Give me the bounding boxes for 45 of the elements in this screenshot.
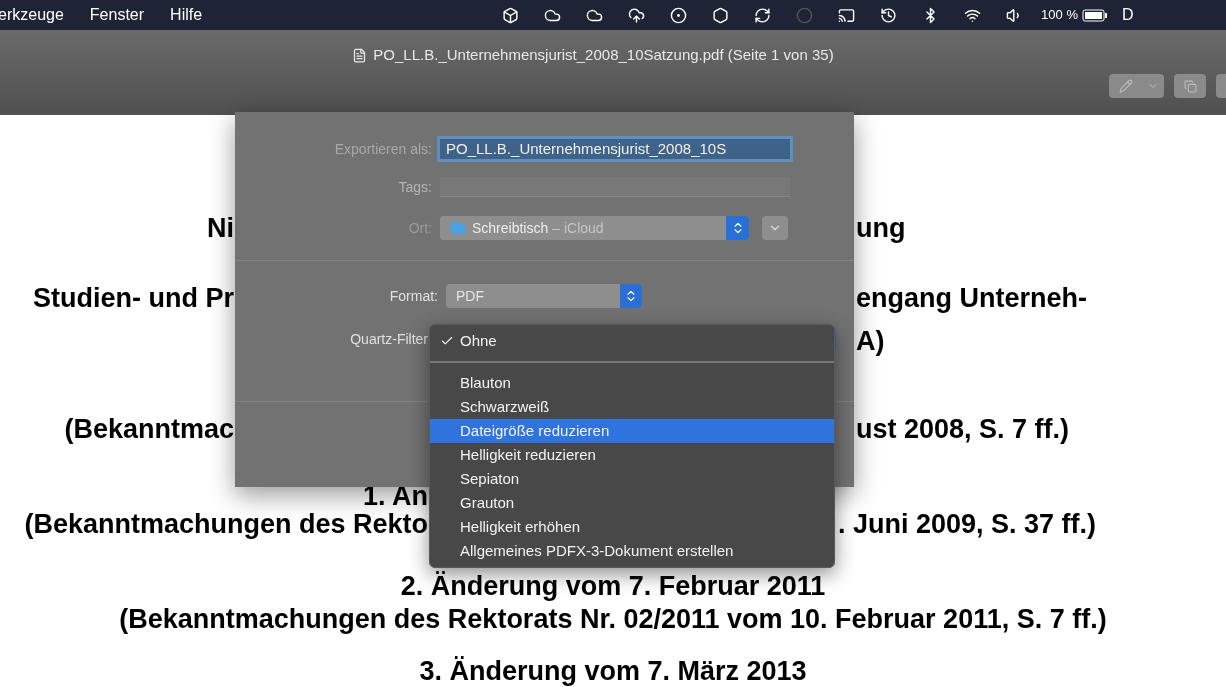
menu-item[interactable]: Dateigröße reduzieren bbox=[430, 419, 834, 443]
menu-item[interactable]: Helligkeit erhöhen bbox=[430, 515, 834, 539]
document-heading: ung bbox=[856, 214, 906, 242]
battery-percent: 100 % bbox=[1041, 6, 1078, 25]
folder-icon bbox=[450, 220, 466, 236]
menu-item[interactable]: Helligkeit reduzieren bbox=[430, 443, 834, 467]
hexagon-icon[interactable] bbox=[712, 6, 730, 24]
document-heading: (Bekanntmachungen des Rektorats Nr. 02/2011 vom 10. Februar 2011, S. 7 ff.) bbox=[119, 605, 1107, 633]
menu-item[interactable]: Blauton bbox=[430, 371, 834, 395]
document-heading: (Bekanntmac bbox=[64, 415, 234, 443]
screen-cast-icon[interactable] bbox=[838, 6, 856, 24]
menu-item[interactable]: Allgemeines PDFX-3-Dokument erstellen bbox=[430, 539, 834, 563]
location-name: Schreibtisch bbox=[472, 218, 549, 238]
document-heading: Ni bbox=[207, 214, 234, 242]
document-heading: Studien- und Pr bbox=[33, 284, 234, 312]
document-heading: 1. An bbox=[363, 482, 428, 510]
menu-item[interactable]: Ohne bbox=[430, 329, 834, 353]
menu-item[interactable]: Fenster bbox=[89, 3, 145, 27]
document-heading: engang Unterneh- bbox=[856, 284, 1087, 312]
field-label: Format: bbox=[388, 286, 439, 306]
document-heading: A) bbox=[856, 327, 885, 355]
menu-item[interactable]: Sepiaton bbox=[430, 467, 834, 491]
menu-item[interactable]: Hilfe bbox=[170, 3, 203, 27]
menu-item[interactable]: D bbox=[1121, 3, 1134, 27]
filename-field[interactable]: PO_LL.B._Unternehmensjurist_2008_10S bbox=[437, 136, 793, 162]
location-suffix: – iCloud bbox=[552, 218, 604, 238]
menu-item[interactable]: Grauton bbox=[430, 491, 834, 515]
field-label: Tags: bbox=[397, 177, 433, 197]
cloud-upload-icon[interactable] bbox=[628, 6, 646, 24]
pdf-file-icon bbox=[352, 47, 368, 63]
document-heading: . Juni 2009, S. 37 ff.) bbox=[838, 510, 1097, 538]
document-heading: ust 2008, S. 7 ff.) bbox=[856, 415, 1070, 443]
menu-item[interactable]: Schwarzweiß bbox=[430, 395, 834, 419]
window-title: PO_LL.B._Unternehmensjurist_2008_10Satzung.pdf (Seite 1 von 35) bbox=[373, 44, 834, 65]
battery-icon[interactable] bbox=[1081, 8, 1108, 22]
pen-icon bbox=[1119, 79, 1133, 93]
ring-icon[interactable] bbox=[670, 6, 688, 24]
document-heading: 2. Änderung vom 7. Februar 2011 bbox=[400, 572, 826, 600]
document-heading: (Bekanntmachungen des Rekto bbox=[24, 510, 428, 538]
sync-icon[interactable] bbox=[754, 6, 772, 24]
field-label: Quartz-Filter bbox=[349, 329, 428, 349]
pages-icon bbox=[1183, 79, 1197, 93]
document-heading: 3. Änderung vom 7. März 2013 bbox=[419, 657, 807, 685]
box-icon[interactable] bbox=[502, 6, 520, 24]
clock-history-icon[interactable] bbox=[880, 6, 898, 24]
